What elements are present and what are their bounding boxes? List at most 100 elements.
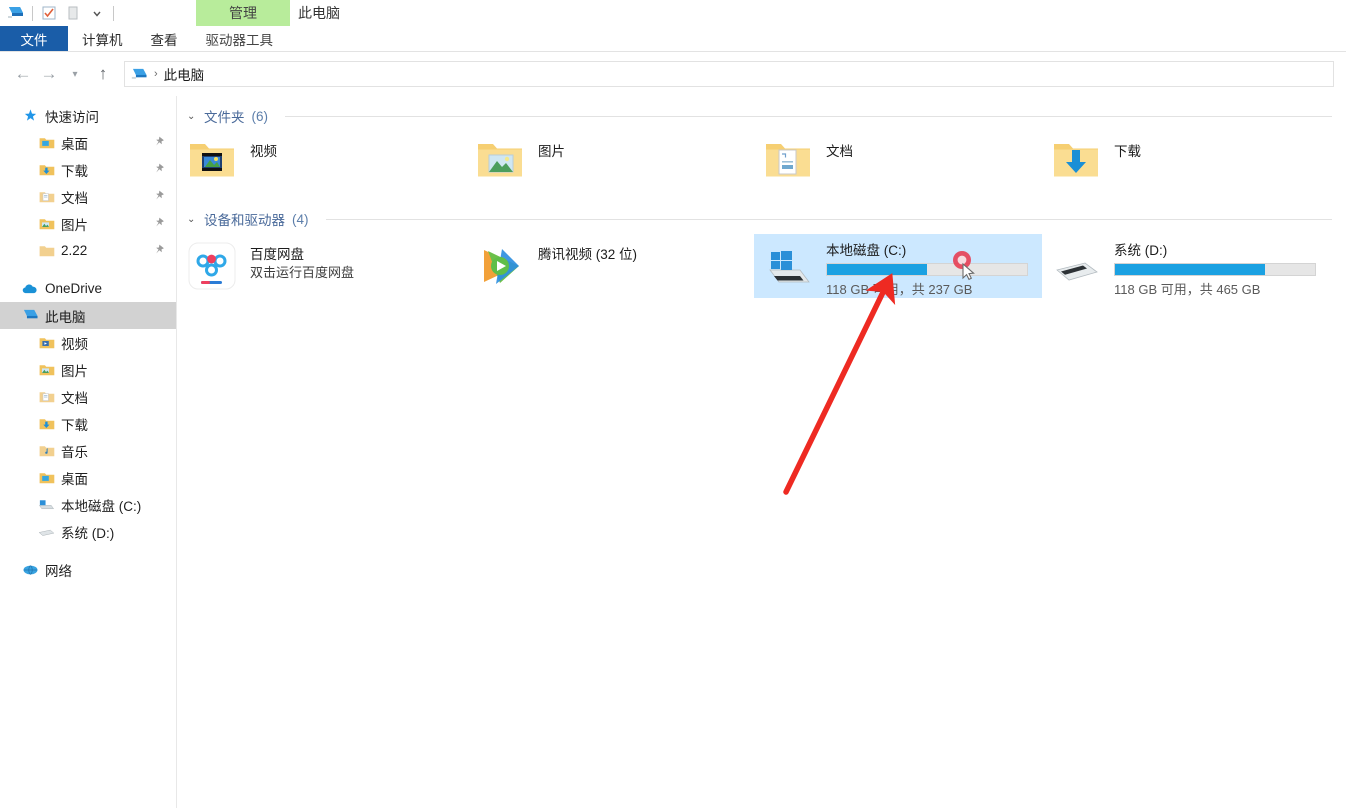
tab-view[interactable]: 查看 xyxy=(137,26,192,52)
forward-button[interactable]: → xyxy=(36,61,62,87)
network-icon xyxy=(22,561,39,578)
window-title: 此电脑 xyxy=(298,5,340,21)
sidebar-label: 2.22 xyxy=(61,243,88,258)
group-count: (6) xyxy=(251,108,269,124)
folder-pictures-icon xyxy=(38,361,55,378)
tile-label: 腾讯视频 (32 位) xyxy=(538,247,638,262)
sidebar-item-desktop[interactable]: 桌面 xyxy=(0,129,176,156)
sidebar-item-2-22[interactable]: 2.22 xyxy=(0,237,176,264)
drive-windows-icon xyxy=(38,496,55,513)
sidebar-label: 文档 xyxy=(61,190,88,206)
navigation-pane[interactable]: 快速访问 桌面 下载 文档 图片 2.22 OneDrive 此电脑 视频 图片… xyxy=(0,96,177,808)
up-button[interactable]: ↑ xyxy=(90,61,116,87)
contextual-tab-group-label: 管理 xyxy=(229,5,257,21)
customize-dropdown-icon[interactable] xyxy=(85,2,109,24)
sidebar-item-quick-access[interactable]: 快速访问 xyxy=(0,102,176,129)
this-pc-icon[interactable] xyxy=(4,2,28,24)
pin-icon[interactable] xyxy=(153,163,165,175)
baidu-netdisk-icon xyxy=(188,242,236,290)
sidebar-item-pictures-2[interactable]: 图片 xyxy=(0,356,176,383)
folder-pictures-icon xyxy=(38,215,55,232)
tab-computer[interactable]: 计算机 xyxy=(68,26,137,52)
qat-separator-2 xyxy=(113,5,114,21)
ribbon-tab-strip: 文件 计算机 查看 驱动器工具 xyxy=(0,26,1346,52)
group-header-folders[interactable]: ⌄ 文件夹 (6) xyxy=(178,105,1346,127)
properties-icon[interactable] xyxy=(37,2,61,24)
tab-drive-tools[interactable]: 驱动器工具 xyxy=(191,26,287,52)
tile-baidu-netdisk[interactable]: 百度网盘 双击运行百度网盘 xyxy=(178,234,466,298)
group-divider xyxy=(325,218,1332,220)
capacity-text: 118 GB 可用，共 237 GB xyxy=(826,282,973,297)
sidebar-item-downloads-2[interactable]: 下载 xyxy=(0,410,176,437)
sidebar-item-desktop-2[interactable]: 桌面 xyxy=(0,464,176,491)
group-label: 设备和驱动器 xyxy=(204,213,285,228)
folder-downloads-icon xyxy=(1052,139,1100,187)
sidebar-item-documents[interactable]: 文档 xyxy=(0,183,176,210)
tile-label: 本地磁盘 (C:) xyxy=(826,243,907,258)
sidebar-item-onedrive[interactable]: OneDrive xyxy=(0,275,176,302)
pin-icon[interactable] xyxy=(153,190,165,202)
sidebar-label: 文档 xyxy=(61,390,88,406)
sidebar-item-music[interactable]: 音乐 xyxy=(0,437,176,464)
tile-folder-pictures[interactable]: 图片 xyxy=(466,131,754,195)
tile-drive-c[interactable]: 本地磁盘 (C:) 118 GB 可用，共 237 GB xyxy=(754,234,1042,298)
capacity-meter-fill xyxy=(827,264,927,275)
drive-icon xyxy=(38,523,55,540)
sidebar-item-videos[interactable]: 视频 xyxy=(0,329,176,356)
this-pc-icon xyxy=(131,67,148,82)
folder-documents-icon xyxy=(38,388,55,405)
sidebar-item-this-pc[interactable]: 此电脑 xyxy=(0,302,176,329)
new-folder-icon[interactable] xyxy=(61,2,85,24)
sidebar-label: 图片 xyxy=(61,217,88,233)
sidebar-item-downloads[interactable]: 下载 xyxy=(0,156,176,183)
chevron-down-icon[interactable]: ⌄ xyxy=(187,214,197,225)
breadcrumb-item-this-pc[interactable]: 此电脑 xyxy=(164,64,205,84)
folder-desktop-icon xyxy=(38,134,55,151)
folders-tile-row: 视频 图片 文档 下载 xyxy=(178,131,1346,195)
pin-icon[interactable] xyxy=(153,136,165,148)
tile-folder-documents[interactable]: 文档 xyxy=(754,131,1042,195)
sidebar-item-drive-d[interactable]: 系统 (D:) xyxy=(0,518,176,545)
sidebar-item-network[interactable]: 网络 xyxy=(0,556,176,583)
tile-label: 图片 xyxy=(538,144,565,159)
tencent-video-icon xyxy=(476,242,524,290)
folder-downloads-icon xyxy=(38,161,55,178)
back-button[interactable]: ← xyxy=(10,61,36,87)
group-header-devices[interactable]: ⌄ 设备和驱动器 (4) xyxy=(178,208,1346,230)
tile-sublabel: 双击运行百度网盘 xyxy=(250,265,355,280)
tab-file[interactable]: 文件 xyxy=(0,26,68,52)
folder-music-icon xyxy=(38,442,55,459)
sidebar-label: 下载 xyxy=(61,417,88,433)
tile-drive-d[interactable]: 系统 (D:) 118 GB 可用，共 465 GB xyxy=(1042,234,1330,298)
capacity-meter-fill xyxy=(1115,264,1265,275)
sidebar-item-drive-c[interactable]: 本地磁盘 (C:) xyxy=(0,491,176,518)
folder-downloads-icon xyxy=(38,415,55,432)
sidebar-label: 音乐 xyxy=(61,444,88,460)
folder-videos-icon xyxy=(188,139,236,187)
sidebar-item-pictures[interactable]: 图片 xyxy=(0,210,176,237)
items-view[interactable]: ⌄ 文件夹 (6) 视频 图片 文档 下载 ⌄ 设备和驱动器 (4) 百度网盘 … xyxy=(178,96,1346,808)
tile-folder-downloads[interactable]: 下载 xyxy=(1042,131,1330,195)
address-input[interactable]: › 此电脑 xyxy=(124,61,1334,87)
address-bar: ← → ▾ ↑ › 此电脑 xyxy=(0,52,1346,96)
pin-icon[interactable] xyxy=(153,244,165,256)
group-label: 文件夹 xyxy=(204,110,245,125)
folder-pictures-icon xyxy=(476,139,524,187)
quick-access-toolbar xyxy=(0,2,118,24)
breadcrumb-separator: › xyxy=(154,68,158,80)
capacity-meter-c xyxy=(826,263,1028,276)
recent-locations-button[interactable]: ▾ xyxy=(62,61,88,87)
sidebar-label: 视频 xyxy=(61,336,88,352)
sidebar-label: 图片 xyxy=(61,363,88,379)
pin-icon[interactable] xyxy=(153,217,165,229)
tile-folder-videos[interactable]: 视频 xyxy=(178,131,466,195)
tile-label: 文档 xyxy=(826,144,853,159)
tile-tencent-video[interactable]: 腾讯视频 (32 位) xyxy=(466,234,754,298)
sidebar-item-documents-2[interactable]: 文档 xyxy=(0,383,176,410)
tile-label: 视频 xyxy=(250,144,277,159)
this-pc-icon xyxy=(22,307,39,324)
sidebar-label: 下载 xyxy=(61,163,88,179)
qat-separator-1 xyxy=(32,5,33,21)
chevron-down-icon[interactable]: ⌄ xyxy=(187,111,197,122)
sidebar-gap-2 xyxy=(0,545,176,556)
